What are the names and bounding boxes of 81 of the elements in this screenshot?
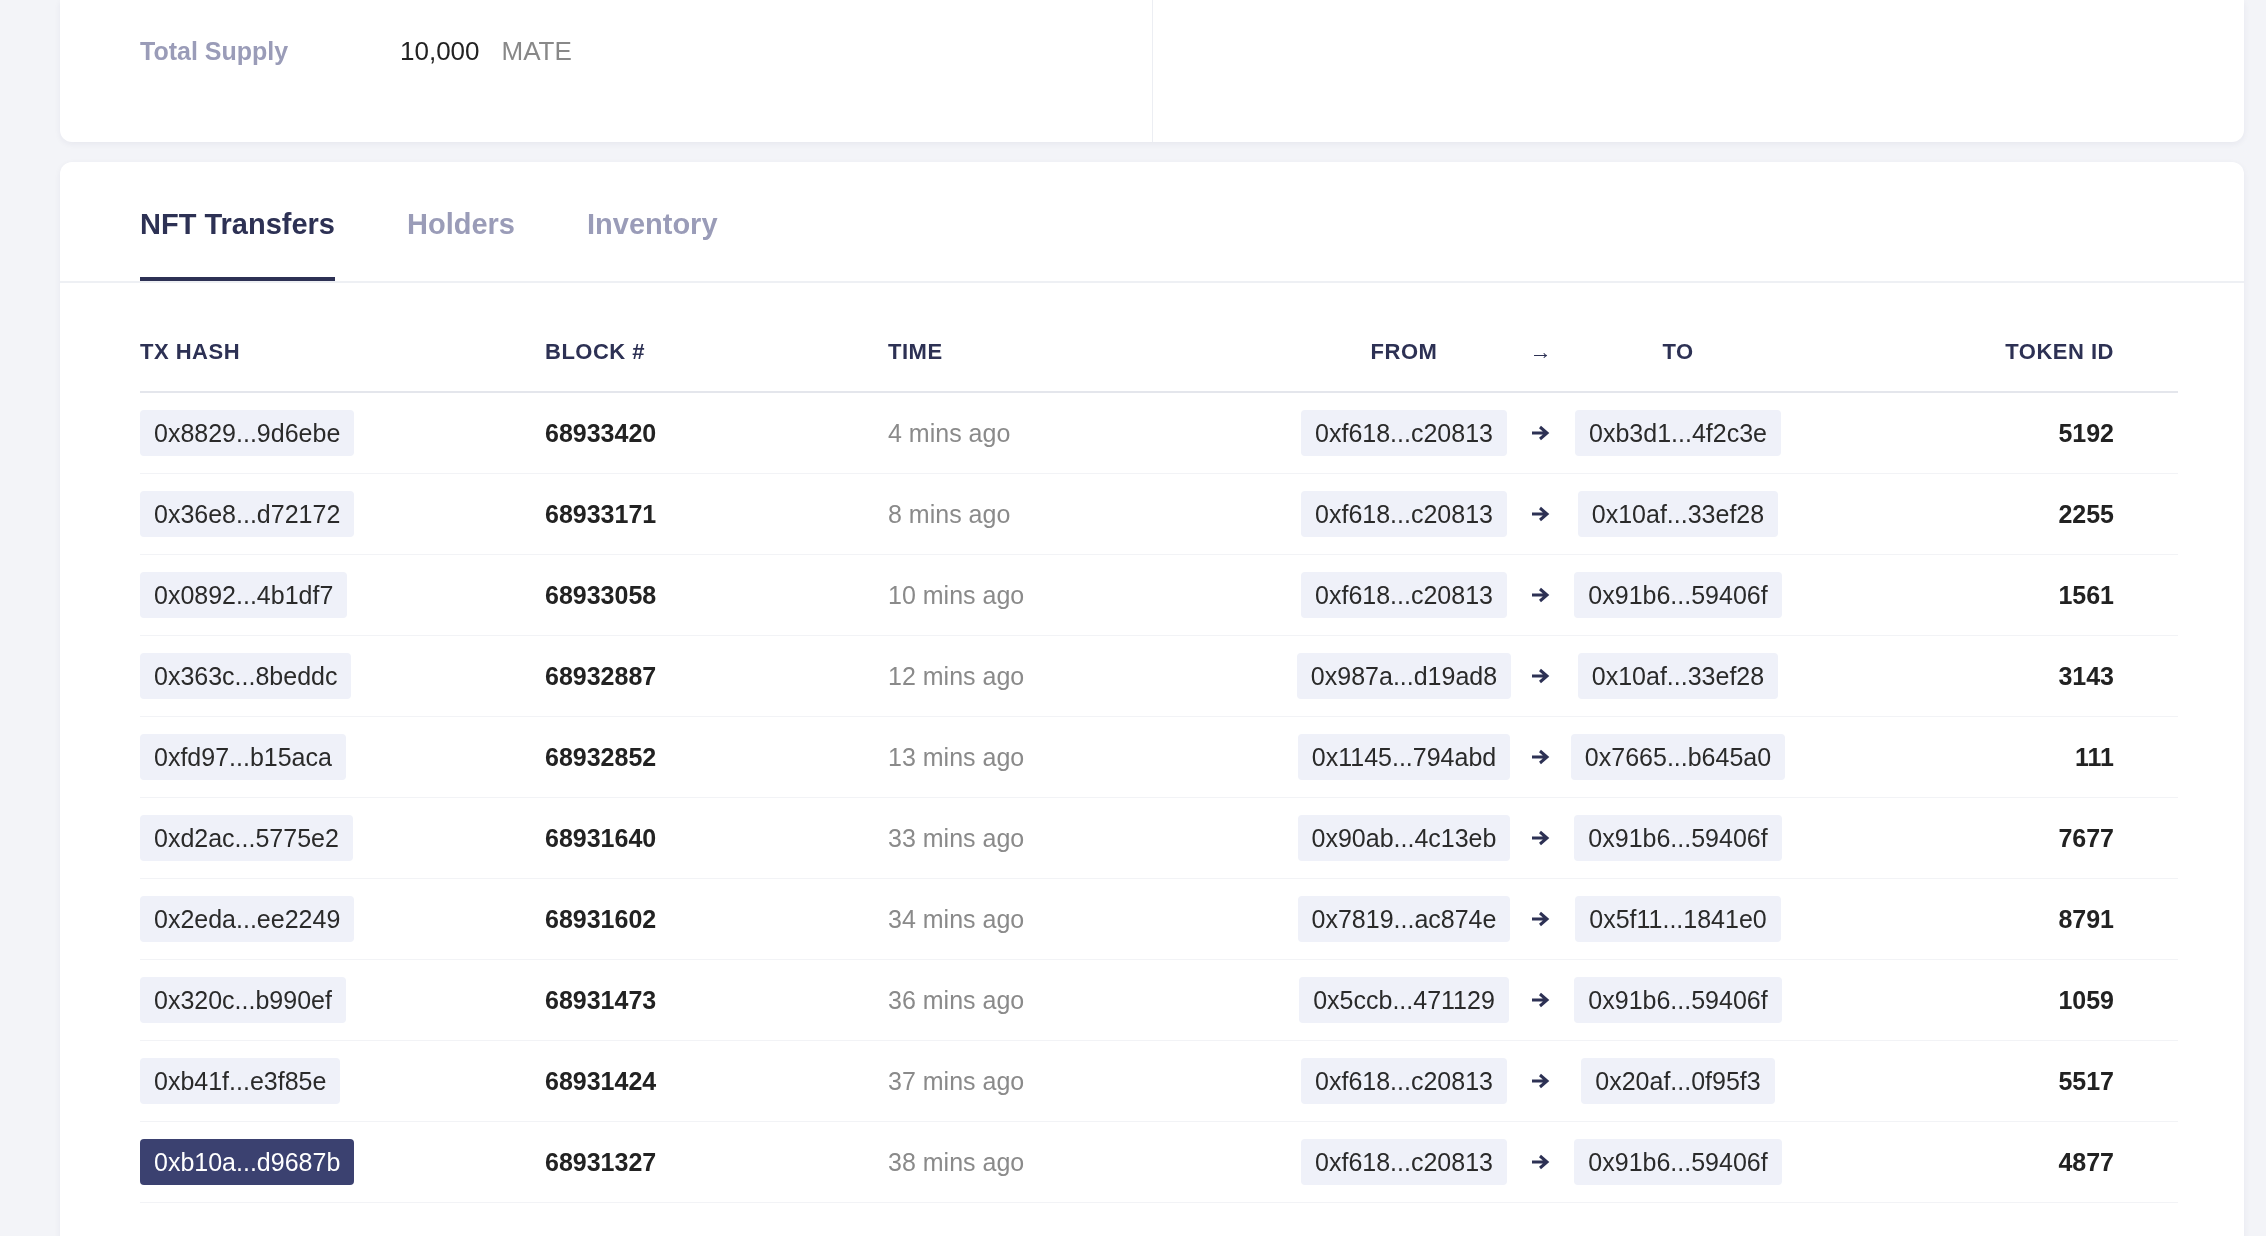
from-address-link[interactable]: 0x90ab...4c13eb (1297, 815, 1511, 861)
from-address-link[interactable]: 0x7819...ac874e (1297, 896, 1511, 942)
time-ago: 36 mins ago (888, 985, 1026, 1015)
time-ago: 37 mins ago (888, 1066, 1026, 1096)
to-address-link[interactable]: 0x91b6...59406f (1574, 977, 1782, 1023)
tx-hash-link[interactable]: 0x0892...4b1df7 (140, 572, 348, 618)
column-header: TX HASH (140, 339, 242, 365)
right-arrow-icon (1531, 749, 1551, 765)
token-id: 4877 (2057, 1147, 2115, 1177)
block-number: 68933420 (545, 418, 658, 448)
block-number: 68931473 (545, 985, 658, 1015)
token-id: 3143 (2057, 661, 2115, 691)
total-supply-value: 10,000 (400, 36, 480, 67)
right-arrow-icon (1531, 425, 1551, 441)
right-arrow-icon (1531, 830, 1551, 846)
token-id: 8791 (2057, 904, 2115, 934)
block-number: 68933058 (545, 580, 658, 610)
column-header: TO (1661, 339, 1695, 365)
from-address-link[interactable]: 0xf618...c20813 (1301, 572, 1507, 618)
from-address-link[interactable]: 0xf618...c20813 (1301, 410, 1507, 456)
from-address-link[interactable]: 0xf618...c20813 (1301, 1139, 1507, 1185)
right-arrow-icon (1531, 587, 1551, 603)
right-arrow-icon (1531, 1073, 1551, 1089)
to-address-link[interactable]: 0x91b6...59406f (1574, 1139, 1782, 1185)
token-id: 5192 (2057, 418, 2115, 448)
right-arrow-icon (1531, 668, 1551, 684)
block-number: 68932852 (545, 742, 658, 772)
from-address-link[interactable]: 0xf618...c20813 (1301, 491, 1507, 537)
column-header: → (1528, 339, 1554, 365)
total-supply-label: Total Supply (140, 37, 290, 66)
time-ago: 12 mins ago (888, 661, 1026, 691)
tx-hash-link[interactable]: 0xd2ac...5775e2 (140, 815, 353, 861)
tx-hash-link[interactable]: 0xfd97...b15aca (140, 734, 346, 780)
from-address-link[interactable]: 0xf618...c20813 (1301, 1058, 1507, 1104)
right-arrow-icon (1531, 1154, 1551, 1170)
token-id: 1059 (2057, 985, 2115, 1015)
block-number: 68931602 (545, 904, 658, 934)
token-id: 1561 (2057, 580, 2115, 610)
to-address-link[interactable]: 0x20af...0f95f3 (1581, 1058, 1775, 1104)
token-id: 5517 (2057, 1066, 2115, 1096)
block-number: 68933171 (545, 499, 658, 529)
time-ago: 4 mins ago (888, 418, 1012, 448)
block-number: 68931424 (545, 1066, 658, 1096)
from-address-link[interactable]: 0x5ccb...471129 (1299, 977, 1509, 1023)
tab[interactable]: NFT Transfers (140, 162, 335, 281)
time-ago: 10 mins ago (888, 580, 1026, 610)
column-header: TIME (888, 339, 944, 365)
block-number: 68931327 (545, 1147, 658, 1177)
right-arrow-icon (1531, 992, 1551, 1008)
token-id: 2255 (2057, 499, 2115, 529)
tx-hash-link[interactable]: 0xb41f...e3f85e (140, 1058, 341, 1104)
tx-hash-link[interactable]: 0xb10a...d9687b (140, 1139, 355, 1185)
column-header: TOKEN ID (2004, 339, 2115, 365)
to-address-link[interactable]: 0x91b6...59406f (1574, 815, 1782, 861)
to-address-link[interactable]: 0x5f11...1841e0 (1575, 896, 1781, 942)
time-ago: 33 mins ago (888, 823, 1026, 853)
to-address-link[interactable]: 0x7665...b645a0 (1570, 734, 1786, 780)
from-address-link[interactable]: 0x987a...d19ad8 (1296, 653, 1512, 699)
to-address-link[interactable]: 0x91b6...59406f (1574, 572, 1782, 618)
time-ago: 8 mins ago (888, 499, 1012, 529)
total-supply-unit: MATE (501, 36, 572, 67)
column-header: BLOCK # (545, 339, 647, 365)
column-header: FROM (1369, 339, 1439, 365)
time-ago: 13 mins ago (888, 742, 1026, 772)
time-ago: 34 mins ago (888, 904, 1026, 934)
tx-hash-link[interactable]: 0x36e8...d72172 (140, 491, 355, 537)
block-number: 68931640 (545, 823, 658, 853)
right-arrow-icon (1531, 911, 1551, 927)
to-address-link[interactable]: 0xb3d1...4f2c3e (1575, 410, 1781, 456)
tx-hash-link[interactable]: 0x8829...9d6ebe (140, 410, 355, 456)
from-address-link[interactable]: 0x1145...794abd (1297, 734, 1511, 780)
time-ago: 38 mins ago (888, 1147, 1026, 1177)
tx-hash-link[interactable]: 0x363c...8beddc (140, 653, 352, 699)
to-address-link[interactable]: 0x10af...33ef28 (1577, 491, 1779, 537)
tx-hash-link[interactable]: 0x320c...b990ef (140, 977, 346, 1023)
tx-hash-link[interactable]: 0x2eda...ee2249 (140, 896, 355, 942)
token-id: 111 (2074, 742, 2115, 772)
block-number: 68932887 (545, 661, 658, 691)
right-arrow-icon (1531, 506, 1551, 522)
to-address-link[interactable]: 0x10af...33ef28 (1577, 653, 1779, 699)
token-id: 7677 (2057, 823, 2115, 853)
